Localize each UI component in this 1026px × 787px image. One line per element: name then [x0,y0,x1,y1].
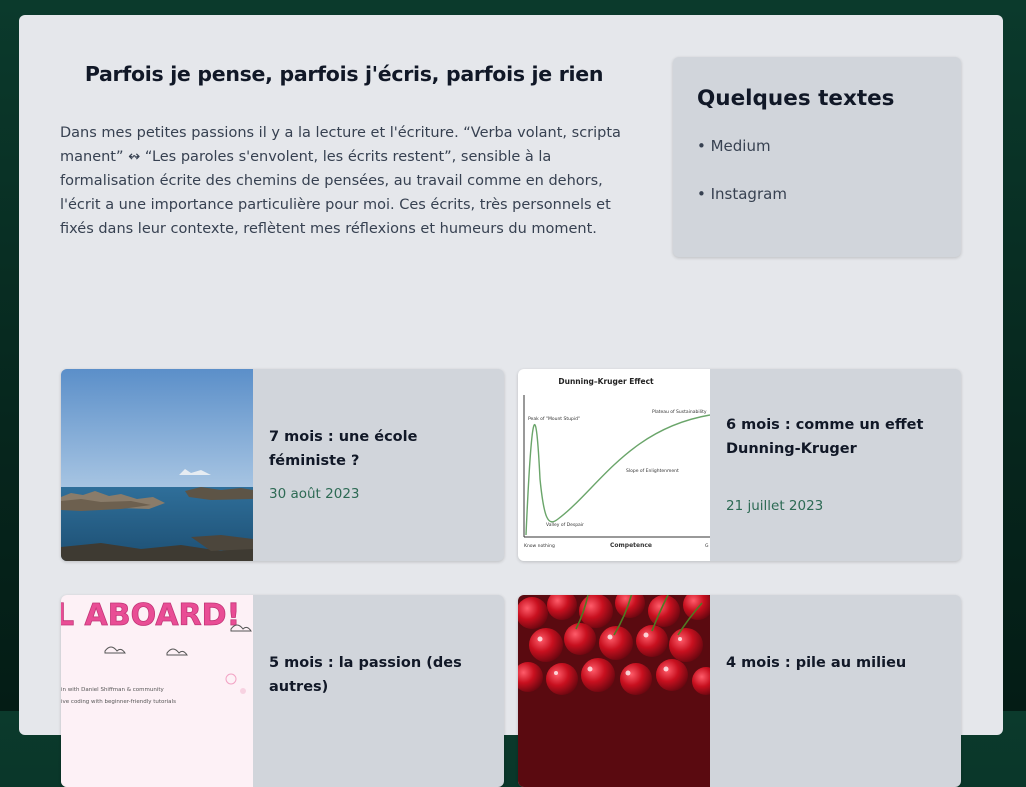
chart-label: Know nothing [524,543,555,549]
main-panel: Parfois je pense, parfois j'écris, parfo… [19,15,1003,787]
article-date: 21 juillet 2023 [726,498,824,514]
texts-sidebar: Quelques textes • Medium • Instagram [673,57,961,257]
sidebar-title: Quelques textes [697,86,895,111]
dunning-kruger-chart: Dunning–Kruger Effect Peak of "Mount Stu… [518,369,710,561]
article-title[interactable]: 6 mois : comme un effet Dunning-Kruger [726,413,949,461]
sidebar-links: • Medium • Instagram [697,135,937,231]
chart-label: Slope of Enlightenment [626,468,679,474]
article-date: 30 août 2023 [269,486,360,502]
article-title[interactable]: 7 mois : une école féministe ? [269,425,492,473]
chart-label: G [705,543,709,549]
article-card-5-mois[interactable]: L ABOARD! in with Daniel Shiffman & comm… [61,595,504,787]
all-aboard-poster: L ABOARD! in with Daniel Shiffman & comm… [61,595,253,787]
article-card-4-mois[interactable]: 4 mois : pile au milieu [518,595,961,787]
article-body: 7 mois : une école féministe ? 30 août 2… [269,369,492,561]
poster-text: in with Daniel Shiffman & community [61,687,165,693]
page-title: Parfois je pense, parfois j'écris, parfo… [84,62,604,86]
article-body: 5 mois : la passion (des autres) [269,595,492,787]
chart-label: Peak of "Mount Stupid" [528,416,580,422]
article-card-6-mois[interactable]: Dunning–Kruger Effect Peak of "Mount Stu… [518,369,961,561]
article-card-7-mois[interactable]: 7 mois : une école féministe ? 30 août 2… [61,369,504,561]
chart-label: Plateau of Sustainability [652,409,707,415]
poster-headline: L ABOARD! [61,598,240,633]
intro-text: Dans mes petites passions il y a la lect… [60,125,621,237]
article-title[interactable]: 5 mois : la passion (des autres) [269,651,492,699]
article-body: 6 mois : comme un effet Dunning-Kruger 2… [726,369,949,561]
cherries-photo [518,595,710,787]
chart-title: Dunning–Kruger Effect [558,377,654,386]
instagram-link[interactable]: • Instagram [697,185,787,203]
poster-text: ive coding with beginner-friendly tutori… [61,699,176,705]
chart-axis-label: Competence [610,542,652,549]
sidebar-item-medium: • Medium [697,135,937,183]
intro-section: Parfois je pense, parfois j'écris, parfo… [60,59,628,241]
article-title[interactable]: 4 mois : pile au milieu [726,651,949,675]
sidebar-item-instagram: • Instagram [697,183,937,231]
chart-label: Valley of Despair [546,522,584,528]
seaside-photo [61,369,253,561]
article-body: 4 mois : pile au milieu [726,595,949,787]
medium-link[interactable]: • Medium [697,137,771,155]
